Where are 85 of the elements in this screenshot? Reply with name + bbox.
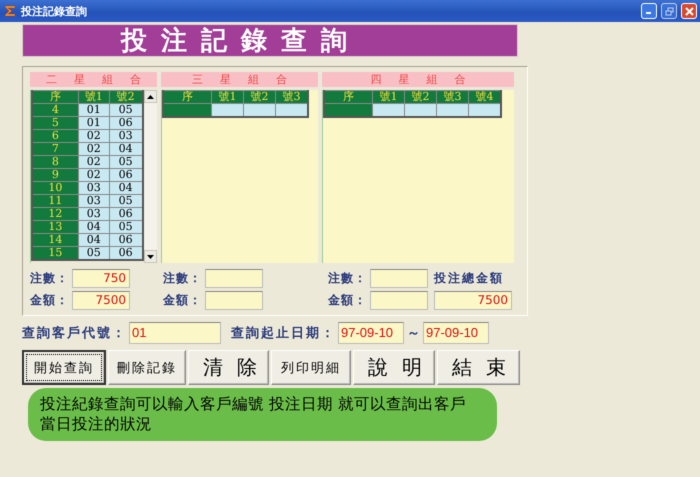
- down-arrow-icon[interactable]: [146, 254, 154, 258]
- table-cell: 05: [78, 246, 110, 260]
- column-header: 號3: [436, 90, 468, 104]
- count-label: 注數：: [328, 270, 368, 287]
- row-number: 13: [32, 220, 78, 234]
- total-label: 投注總金額: [434, 270, 505, 287]
- group-header: 三星組合: [161, 72, 318, 87]
- amount-field[interactable]: 7500: [72, 291, 130, 310]
- row-number: 14: [32, 234, 78, 246]
- action-button[interactable]: 結束: [437, 350, 520, 385]
- row-number: 12: [32, 208, 78, 220]
- table-cell: 06: [109, 234, 143, 246]
- column-header: 號3: [276, 90, 308, 104]
- count-label: 注數：: [30, 270, 70, 287]
- column-header: 號2: [244, 90, 276, 104]
- blank-cell[interactable]: [372, 104, 404, 117]
- table-cell: 05: [109, 194, 143, 208]
- blank-cell[interactable]: [212, 104, 244, 117]
- up-arrow-icon[interactable]: [146, 94, 154, 98]
- column-header: 號4: [468, 90, 501, 104]
- row-number: 8: [32, 156, 78, 168]
- table-cell: 04: [109, 142, 143, 156]
- action-button[interactable]: 列印明細: [271, 350, 351, 385]
- table-cell: 05: [109, 104, 143, 116]
- close-icon[interactable]: [684, 6, 694, 16]
- column-header: 序: [163, 90, 212, 104]
- column-header: 號1: [212, 90, 244, 104]
- customer-label: 查詢客戶代號：: [22, 324, 127, 342]
- count-label: 注數：: [163, 270, 203, 287]
- table-cell: 05: [109, 220, 143, 234]
- group-header: 四星組合: [322, 72, 514, 87]
- row-number: 9: [32, 168, 78, 182]
- help-message: 投注紀錄查詢可以輸入客戶編號 投注日期 就可以查詢出客戶當日投注的狀況: [28, 388, 497, 441]
- amount-field[interactable]: [205, 291, 263, 310]
- row-number: 10: [32, 182, 78, 194]
- row-number: 7: [32, 142, 78, 156]
- date-to-field[interactable]: 97-09-10: [423, 322, 489, 344]
- count-field[interactable]: [205, 269, 263, 288]
- customer-field[interactable]: 01: [129, 322, 221, 344]
- blank-cell[interactable]: [276, 104, 308, 117]
- column-header: 號2: [109, 90, 143, 104]
- row-number: 6: [32, 130, 78, 142]
- amount-label: 金額：: [328, 292, 368, 309]
- table-cell: 06: [109, 168, 143, 182]
- row-number: 4: [32, 104, 78, 116]
- blank-cell[interactable]: [468, 104, 501, 117]
- minimize-button[interactable]: [641, 3, 657, 19]
- scrollbar[interactable]: [144, 90, 157, 263]
- action-button[interactable]: 清除: [188, 350, 269, 385]
- action-button[interactable]: 開始查詢: [22, 350, 106, 385]
- total-field[interactable]: 7500: [434, 291, 512, 310]
- amount-label: 金額：: [163, 292, 203, 309]
- date-label: 查詢起止日期：: [231, 325, 336, 342]
- table-cell: 03: [109, 130, 143, 142]
- column-header: 序: [324, 90, 372, 104]
- row-number: 5: [32, 116, 78, 130]
- blank-cell[interactable]: [244, 104, 276, 117]
- group-header: 二星組合: [30, 72, 157, 87]
- app-icon: [3, 4, 17, 18]
- amount-label: 金額：: [30, 292, 70, 309]
- blank-cell[interactable]: [404, 104, 436, 117]
- count-field[interactable]: [370, 269, 428, 288]
- table-cell: 06: [109, 246, 143, 260]
- close-button[interactable]: [681, 3, 697, 19]
- row-number: 15: [32, 246, 78, 260]
- count-field[interactable]: 750: [72, 269, 130, 288]
- table-cell: 05: [109, 156, 143, 168]
- banner-title: 投注記錄查詢: [121, 25, 361, 58]
- column-header: 號1: [372, 90, 404, 104]
- blank-cell[interactable]: [436, 104, 468, 117]
- range-separator: ～: [407, 325, 420, 342]
- table-cell: 04: [109, 182, 143, 194]
- amount-field[interactable]: [370, 291, 428, 310]
- column-header: 號1: [78, 90, 110, 104]
- table-cell: 06: [109, 208, 143, 220]
- date-from-field[interactable]: 97-09-10: [338, 322, 404, 344]
- action-button[interactable]: 說明: [353, 350, 435, 385]
- column-header: 號2: [404, 90, 436, 104]
- restore-icon[interactable]: [664, 6, 674, 16]
- row-number: 11: [32, 194, 78, 208]
- column-header: 序: [32, 90, 78, 104]
- action-button[interactable]: 刪除記錄: [108, 350, 186, 385]
- window-title: 投注記錄查詢: [21, 4, 88, 18]
- table-cell: 06: [109, 116, 143, 130]
- restore-button[interactable]: [661, 3, 677, 19]
